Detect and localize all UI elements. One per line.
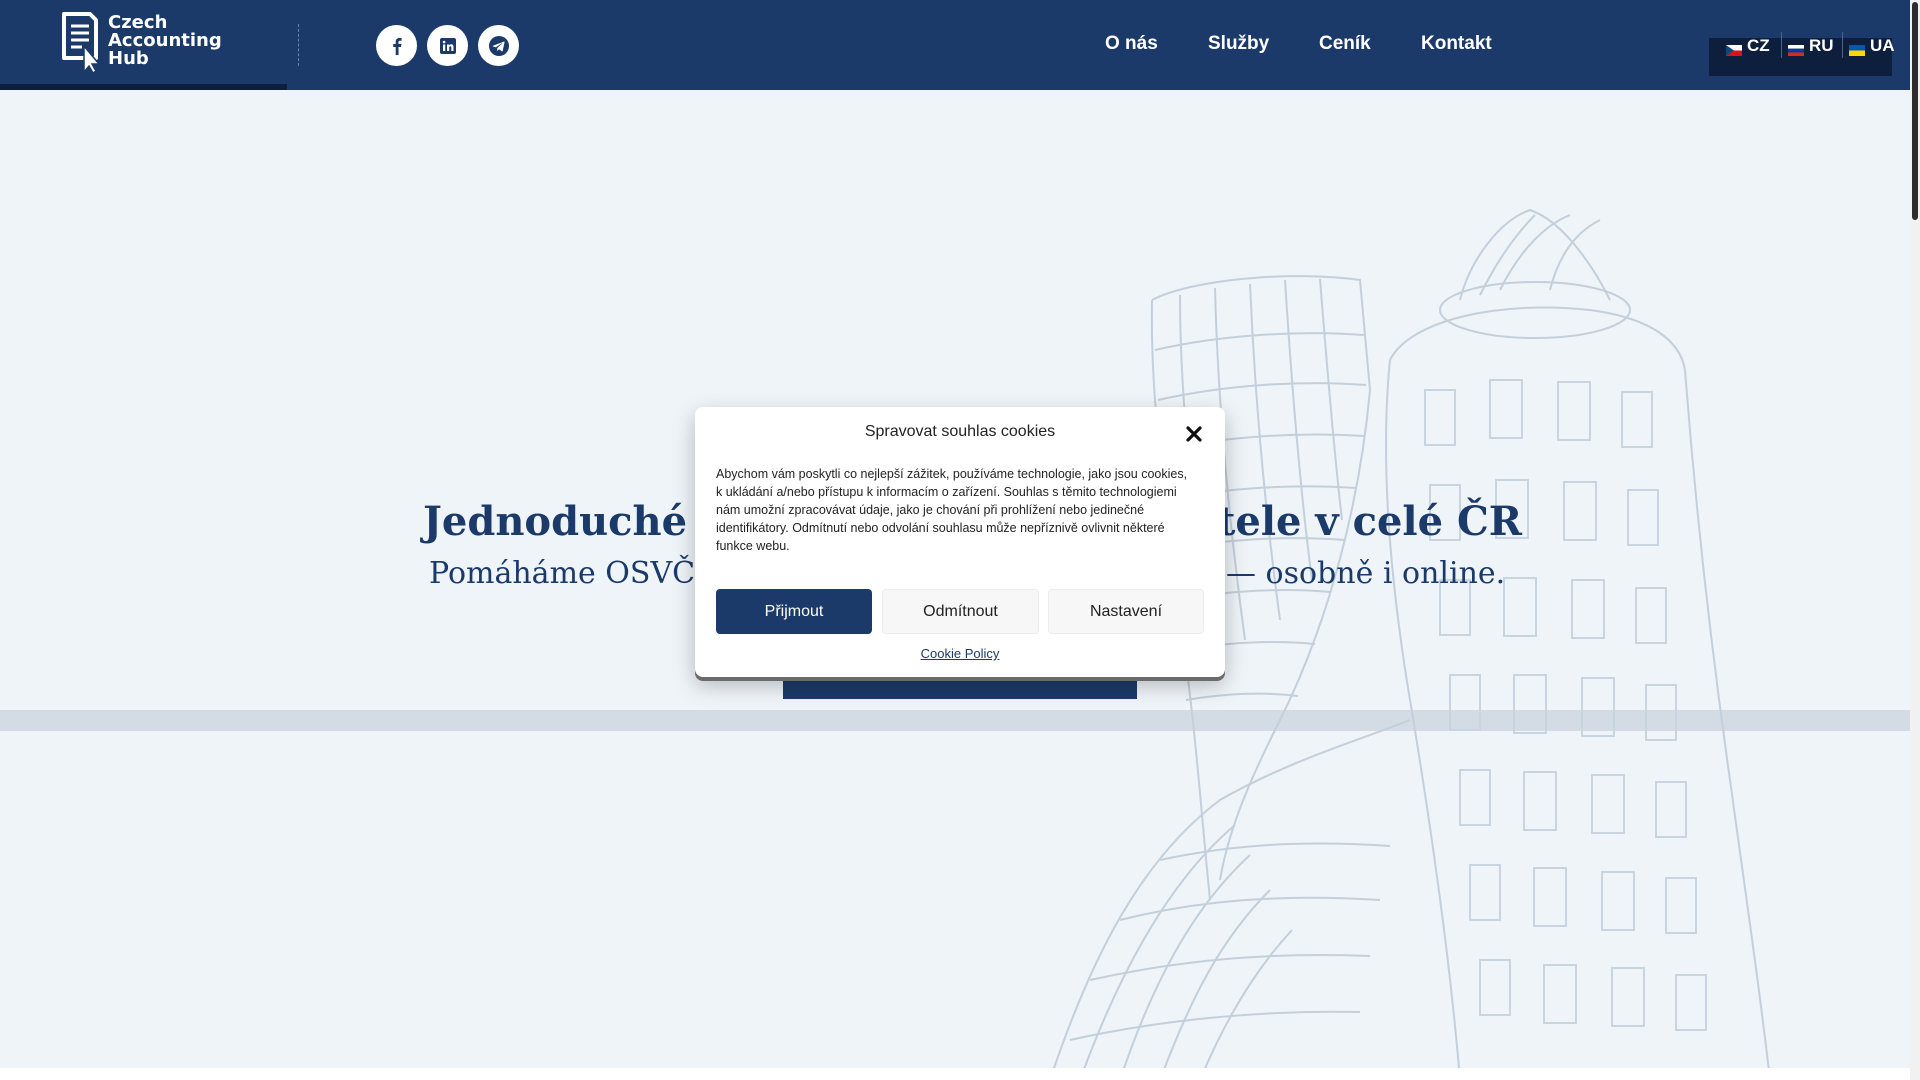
nav-sluzby[interactable]: Služby <box>1208 33 1269 55</box>
header-divider <box>298 24 299 66</box>
language-ru-label: RU <box>1809 36 1834 55</box>
cookie-policy-link[interactable]: Cookie Policy <box>695 646 1225 661</box>
accept-cookies-button[interactable]: Přijmout <box>716 589 872 634</box>
social-links <box>376 25 519 66</box>
nav-kontakt[interactable]: Kontakt <box>1421 33 1492 55</box>
hero-subtitle-left: Pomáháme OSVČ <box>429 556 696 591</box>
telegram-link[interactable] <box>478 25 519 66</box>
page-bottom-strip <box>0 1068 1920 1080</box>
deny-cookies-button[interactable]: Odmítnout <box>882 589 1039 634</box>
linkedin-link[interactable] <box>427 25 468 66</box>
language-separator <box>1781 32 1782 58</box>
close-icon[interactable] <box>1183 423 1205 445</box>
language-ua[interactable]: UA <box>1846 33 1895 59</box>
language-separator <box>1842 32 1843 58</box>
language-ua-label: UA <box>1870 36 1895 55</box>
site-logo[interactable]: Czech Accounting Hub <box>60 10 222 74</box>
document-cursor-icon <box>62 12 100 74</box>
czech-flag-icon <box>1726 41 1742 56</box>
page-scrollbar[interactable] <box>1910 0 1920 1080</box>
cookie-consent-modal: Spravovat souhlas cookies Abychom vám po… <box>695 407 1225 677</box>
scrollbar-thumb[interactable] <box>1912 2 1918 220</box>
language-cz[interactable]: CZ <box>1723 33 1770 59</box>
language-ru[interactable]: RU <box>1785 33 1834 59</box>
ukrainian-flag-icon <box>1849 41 1865 56</box>
nav-o-nas[interactable]: O nás <box>1105 33 1158 55</box>
logo-line-3: Hub <box>108 48 149 69</box>
hero-title-right: atele v celé ČR <box>1191 498 1523 545</box>
facebook-link[interactable] <box>376 25 417 66</box>
linkedin-icon <box>439 37 456 54</box>
telegram-icon <box>488 35 509 56</box>
site-header: Czech Accounting Hub O nás Služby Ceník … <box>0 0 1920 90</box>
cookie-modal-title: Spravovat souhlas cookies <box>864 423 1056 440</box>
logo-text: Czech Accounting Hub <box>108 14 222 68</box>
facebook-icon <box>392 37 402 55</box>
nav-cenik[interactable]: Ceník <box>1319 33 1371 55</box>
language-cz-label: CZ <box>1747 36 1770 55</box>
hero-subtitle-right: — osobně i online. <box>1226 556 1506 591</box>
russian-flag-icon <box>1788 41 1804 56</box>
cookie-settings-button[interactable]: Nastavení <box>1048 589 1204 634</box>
cookie-modal-text: Abychom vám poskytli co nejlepší zážitek… <box>716 467 1188 553</box>
